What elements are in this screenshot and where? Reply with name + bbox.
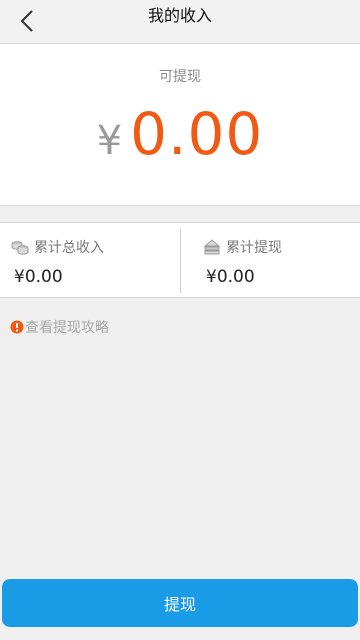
withdrawable-amount: 0.00 (130, 100, 264, 168)
withdrawable-balance-card: 可提现 ¥ 0.00 (0, 44, 360, 206)
total-income-header: 累计总收入 (10, 237, 104, 257)
total-withdrawn-value: ¥0.00 (206, 267, 255, 287)
withdraw-button[interactable]: 提现 (2, 579, 358, 627)
withdraw-icon (202, 237, 222, 257)
top-nav-bar: 我的收入 (0, 0, 360, 44)
total-withdrawn-stat: 累计提现 ¥0.00 (180, 223, 360, 297)
total-income-label: 累计总收入 (34, 240, 104, 256)
coins-icon (10, 237, 30, 257)
withdraw-guide-text: 查看提现攻略 (25, 320, 109, 336)
withdrawable-label: 可提现 (159, 69, 201, 85)
info-icon (10, 320, 24, 334)
withdraw-guide-link[interactable]: 查看提现攻略 (10, 317, 109, 337)
total-withdrawn-header: 累计提现 (202, 237, 282, 257)
total-withdrawn-label: 累计提现 (226, 240, 282, 256)
income-page: 我的收入 可提现 ¥ 0.00 累计总收入 ¥0.00 累计提现 ¥0.00 查… (0, 0, 360, 640)
balance-amount-row: ¥ 0.00 (0, 100, 360, 168)
total-income-stat: 累计总收入 ¥0.00 (0, 223, 180, 297)
income-stats-card: 累计总收入 ¥0.00 累计提现 ¥0.00 (0, 222, 360, 298)
total-income-value: ¥0.00 (14, 267, 63, 287)
currency-symbol: ¥ (96, 118, 123, 164)
page-title: 我的收入 (147, 6, 212, 25)
